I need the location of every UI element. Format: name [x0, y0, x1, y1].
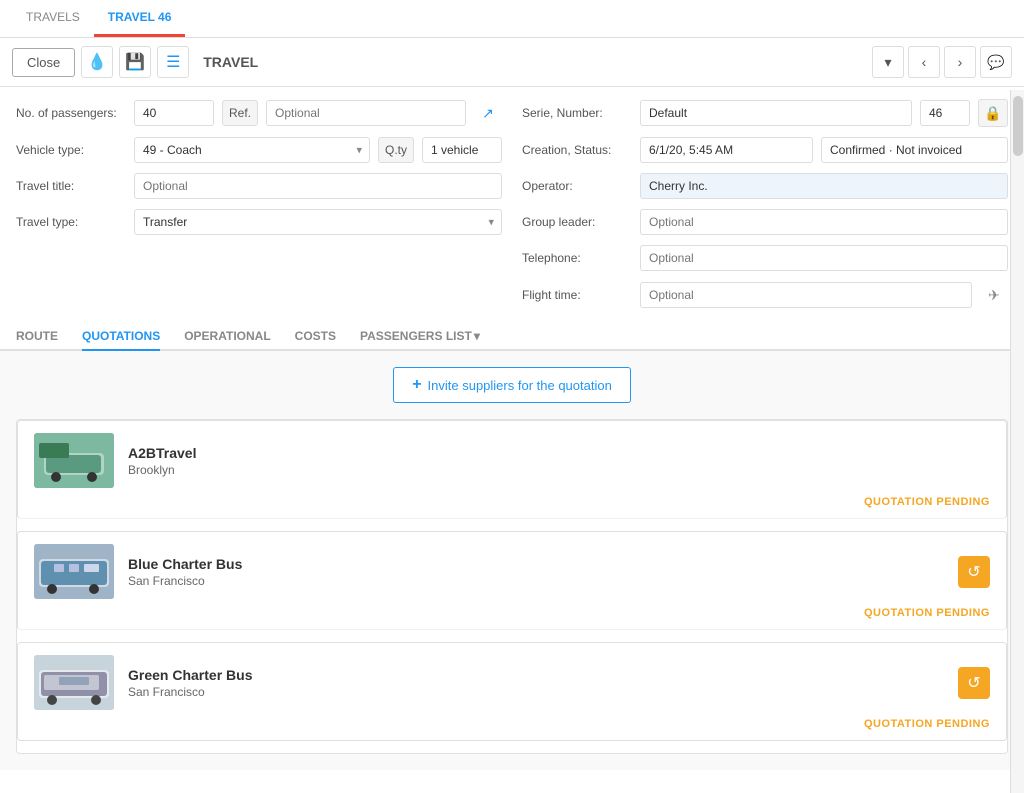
- status-input[interactable]: [821, 137, 1008, 163]
- invite-suppliers-button[interactable]: + Invite suppliers for the quotation: [393, 367, 631, 403]
- operator-label: Operator:: [522, 179, 632, 193]
- supplier-info-green-charter: Green Charter Bus San Francisco: [128, 667, 948, 699]
- dropdown-button[interactable]: ▾: [872, 46, 904, 78]
- operator-input[interactable]: [640, 173, 1008, 199]
- number-input[interactable]: [920, 100, 970, 126]
- form-left: No. of passengers: Ref. ↗ Vehicle type: …: [16, 99, 502, 309]
- tab-bar: TRAVELS TRAVEL 46: [0, 0, 1024, 38]
- telephone-row: Telephone:: [522, 245, 1008, 271]
- operator-row: Operator:: [522, 173, 1008, 199]
- passengers-row: No. of passengers: Ref. ↗: [16, 99, 502, 127]
- qty-input[interactable]: [422, 137, 502, 163]
- menu-icon[interactable]: ☰: [157, 46, 189, 78]
- water-drop-icon[interactable]: 💧: [81, 46, 113, 78]
- group-leader-input[interactable]: [640, 209, 1008, 235]
- sync-icon-blue-charter[interactable]: ↺: [958, 556, 990, 588]
- supplier-card-blue-charter[interactable]: Blue Charter Bus San Francisco ↺ QUOTATI…: [17, 531, 1007, 630]
- supplier-info-blue-charter: Blue Charter Bus San Francisco: [128, 556, 948, 588]
- chat-button[interactable]: 💬: [980, 46, 1012, 78]
- supplier-card-green-charter[interactable]: Green Charter Bus San Francisco ↺ QUOTAT…: [17, 642, 1007, 741]
- supplier-location-blue-charter: San Francisco: [128, 574, 948, 588]
- supplier-image-green-charter: [34, 655, 114, 710]
- lock-icon: 🔒: [978, 99, 1008, 127]
- quotation-status-a2btravel: QUOTATION PENDING: [864, 496, 990, 508]
- serie-number-label: Serie, Number:: [522, 106, 632, 120]
- supplier-name-a2btravel: A2BTravel: [128, 445, 990, 461]
- supplier-info-a2btravel: A2BTravel Brooklyn: [128, 445, 990, 477]
- tab-costs[interactable]: COSTS: [295, 321, 336, 351]
- flight-time-input[interactable]: [640, 282, 972, 308]
- group-leader-row: Group leader:: [522, 209, 1008, 235]
- passengers-input[interactable]: [134, 100, 214, 126]
- qty-label: Q.ty: [378, 137, 414, 163]
- form-area: No. of passengers: Ref. ↗ Vehicle type: …: [0, 87, 1024, 321]
- vehicle-type-select[interactable]: 49 - Coach: [134, 137, 370, 163]
- vehicle-type-row: Vehicle type: 49 - Coach Q.ty: [16, 137, 502, 163]
- sync-icon-green-charter[interactable]: ↺: [958, 667, 990, 699]
- quotation-status-green-charter: QUOTATION PENDING: [864, 718, 990, 730]
- main-content: No. of passengers: Ref. ↗ Vehicle type: …: [0, 87, 1024, 790]
- telephone-label: Telephone:: [522, 251, 632, 265]
- creation-input[interactable]: [640, 137, 813, 163]
- travel-type-label: Travel type:: [16, 215, 126, 229]
- scroll-thumb[interactable]: [1013, 96, 1023, 156]
- travel-title-row: Travel title:: [16, 173, 502, 199]
- tab-travel46[interactable]: TRAVEL 46: [94, 0, 186, 37]
- tab-operational[interactable]: OPERATIONAL: [184, 321, 270, 351]
- supplier-card-a2btravel[interactable]: A2BTravel Brooklyn QUOTATION PENDING: [17, 420, 1007, 519]
- supplier-location-green-charter: San Francisco: [128, 685, 948, 699]
- tab-quotations[interactable]: QUOTATIONS: [82, 321, 160, 351]
- tab-passengers-list[interactable]: PASSENGERS LIST ▾: [360, 321, 480, 351]
- travel-type-row: Travel type: Transfer: [16, 209, 502, 235]
- close-button[interactable]: Close: [12, 48, 75, 77]
- ref-label: Ref.: [222, 100, 258, 126]
- flight-icon[interactable]: ✈: [980, 281, 1008, 309]
- travel-title-label: Travel title:: [16, 179, 126, 193]
- tab-travels[interactable]: TRAVELS: [12, 0, 94, 37]
- serie-input[interactable]: [640, 100, 912, 126]
- supplier-location-a2btravel: Brooklyn: [128, 463, 990, 477]
- supplier-name-blue-charter: Blue Charter Bus: [128, 556, 948, 572]
- next-button[interactable]: ›: [944, 46, 976, 78]
- supplier-image-blue-charter: [34, 544, 114, 599]
- vehicle-type-label: Vehicle type:: [16, 143, 126, 157]
- quotation-status-blue-charter: QUOTATION PENDING: [864, 607, 990, 619]
- prev-button[interactable]: ‹: [908, 46, 940, 78]
- toolbar: Close 💧 💾 ☰ TRAVEL ▾ ‹ › 💬: [0, 38, 1024, 87]
- vehicle-type-select-wrapper: 49 - Coach: [134, 137, 370, 163]
- travel-type-select-wrapper: Transfer: [134, 209, 502, 235]
- passengers-label: No. of passengers:: [16, 106, 126, 120]
- suppliers-list: A2BTravel Brooklyn QUOTATION PENDING: [16, 419, 1008, 754]
- flight-time-label: Flight time:: [522, 288, 632, 302]
- save-icon[interactable]: 💾: [119, 46, 151, 78]
- toolbar-right-actions: ▾ ‹ › 💬: [872, 46, 1012, 78]
- serie-number-row: Serie, Number: 🔒: [522, 99, 1008, 127]
- creation-status-row: Creation, Status:: [522, 137, 1008, 163]
- scrollbar[interactable]: [1010, 90, 1024, 793]
- ref-input[interactable]: [266, 100, 466, 126]
- creation-status-label: Creation, Status:: [522, 143, 632, 157]
- external-link-icon[interactable]: ↗: [474, 99, 502, 127]
- flight-time-row: Flight time: ✈: [522, 281, 1008, 309]
- telephone-input[interactable]: [640, 245, 1008, 271]
- travel-type-select[interactable]: Transfer: [134, 209, 502, 235]
- toolbar-title: TRAVEL: [195, 54, 866, 70]
- form-right: Serie, Number: 🔒 Creation, Status: Opera…: [522, 99, 1008, 309]
- supplier-image-a2btravel: [34, 433, 114, 488]
- tab-route[interactable]: ROUTE: [16, 321, 58, 351]
- supplier-name-green-charter: Green Charter Bus: [128, 667, 948, 683]
- plus-icon: +: [412, 376, 421, 394]
- quotations-content: + Invite suppliers for the quotation: [0, 351, 1024, 770]
- group-leader-label: Group leader:: [522, 215, 632, 229]
- travel-title-input[interactable]: [134, 173, 502, 199]
- sub-tabs: ROUTE QUOTATIONS OPERATIONAL COSTS PASSE…: [0, 321, 1024, 351]
